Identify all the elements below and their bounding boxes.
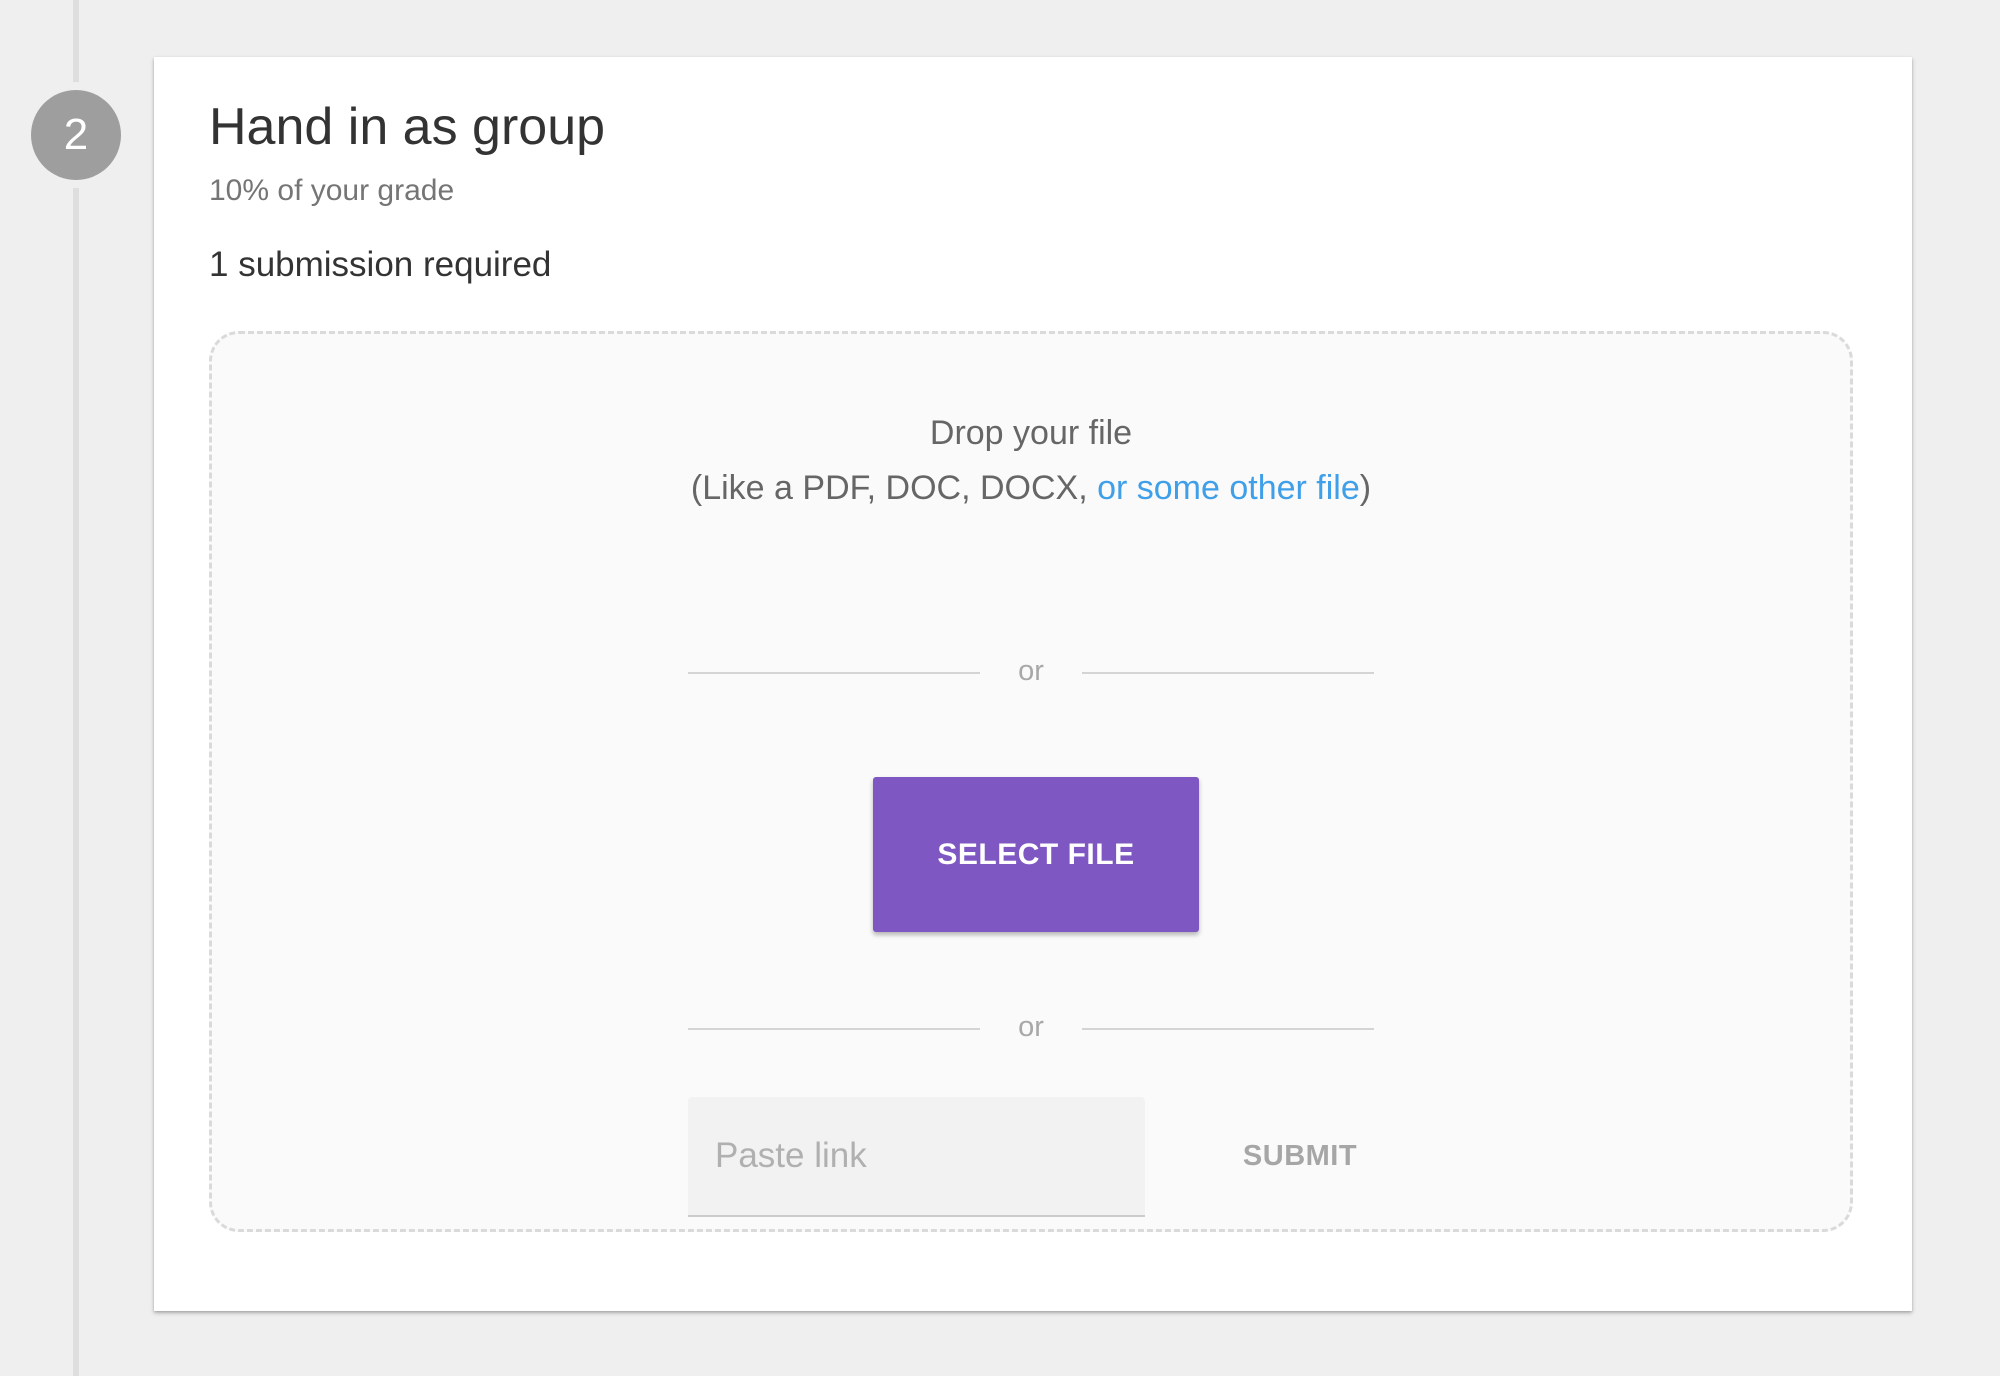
or-divider-top: or — [688, 653, 1374, 693]
paste-link-input[interactable] — [688, 1097, 1145, 1217]
dropzone-file-types-hint: (Like a PDF, DOC, DOCX, or some other fi… — [212, 469, 1850, 508]
file-dropzone[interactable]: Drop your file (Like a PDF, DOC, DOCX, o… — [209, 331, 1853, 1232]
card-title: Hand in as group — [209, 98, 606, 156]
grade-weight-text: 10% of your grade — [209, 174, 455, 207]
file-types-closing-paren: ) — [1359, 469, 1372, 507]
other-file-types-link[interactable]: or some other file — [1097, 469, 1360, 507]
submission-requirement-text: 1 submission required — [209, 245, 552, 284]
select-file-button[interactable]: SELECT FILE — [873, 777, 1199, 932]
dropzone-heading: Drop your file — [929, 414, 1133, 452]
file-types-text: (Like a PDF, DOC, DOCX, — [690, 469, 1098, 507]
timeline-line — [73, 0, 79, 1376]
submit-link-button[interactable]: SUBMIT — [1215, 1116, 1385, 1196]
divider-rule-right — [1082, 1028, 1374, 1030]
or-divider-bottom: or — [688, 1009, 1374, 1049]
assignment-card: Hand in as group 10% of your grade 1 sub… — [154, 57, 1912, 1311]
step-number-badge: 2 — [31, 90, 121, 180]
divider-rule-right — [1082, 672, 1374, 674]
